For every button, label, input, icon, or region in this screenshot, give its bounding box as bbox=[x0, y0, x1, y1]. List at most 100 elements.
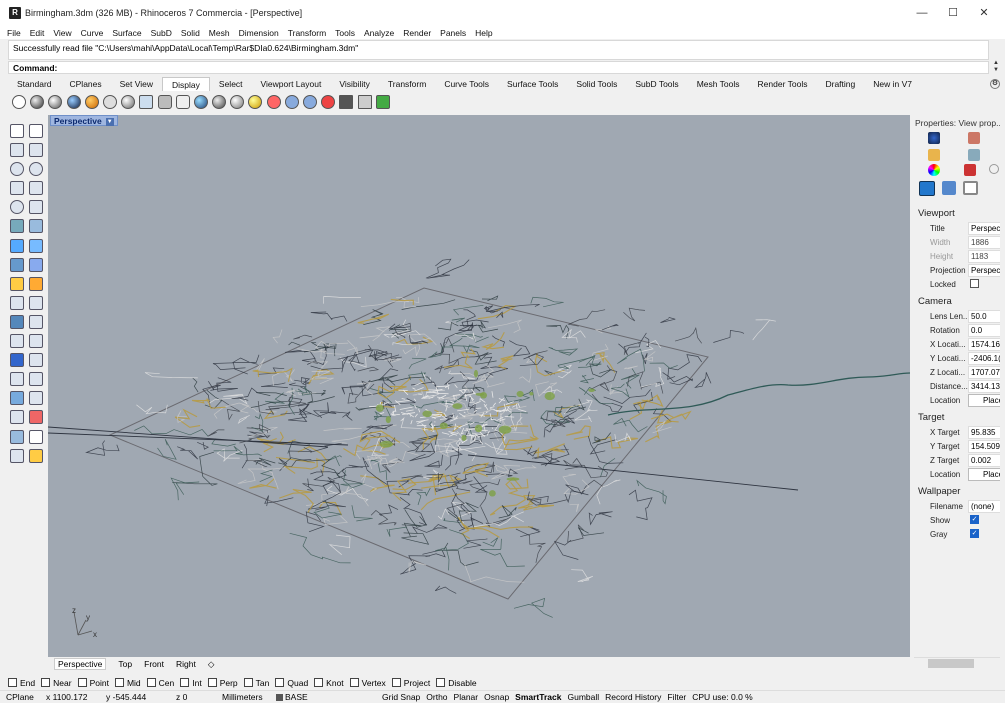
render-settings-icon[interactable] bbox=[964, 164, 976, 176]
osnap-tan-checkbox[interactable] bbox=[243, 678, 253, 687]
osnap-project-checkbox[interactable] bbox=[391, 678, 401, 687]
prop-lens-value[interactable]: 50.0 bbox=[968, 310, 1000, 323]
osnap-int-checkbox[interactable] bbox=[180, 678, 190, 687]
gumball-icon[interactable] bbox=[29, 410, 43, 425]
tab-standard[interactable]: Standard bbox=[8, 77, 61, 91]
cylinder-icon[interactable] bbox=[10, 257, 24, 272]
osnap-quad-checkbox[interactable] bbox=[275, 678, 285, 687]
prop-ztarget-value[interactable]: 0.002 bbox=[968, 454, 1000, 467]
split-icon[interactable] bbox=[29, 295, 43, 310]
menu-surface[interactable]: Surface bbox=[112, 28, 141, 38]
pen-icon[interactable] bbox=[139, 95, 154, 109]
artistic-icon[interactable] bbox=[121, 95, 136, 109]
layers-icon[interactable] bbox=[375, 95, 390, 109]
tab-transform[interactable]: Transform bbox=[379, 77, 435, 91]
status-cplane[interactable]: CPlane bbox=[6, 692, 40, 702]
mirror-icon[interactable] bbox=[29, 372, 43, 387]
fillet-icon[interactable] bbox=[29, 200, 43, 215]
paint-icon[interactable] bbox=[29, 448, 43, 463]
camera-icon[interactable] bbox=[919, 181, 935, 196]
osnap-vertex-checkbox[interactable] bbox=[349, 678, 359, 687]
menu-tools[interactable]: Tools bbox=[335, 28, 355, 38]
minimize-button[interactable]: — bbox=[908, 3, 936, 23]
tab-cplanes[interactable]: CPlanes bbox=[61, 77, 111, 91]
osnap-end-checkbox[interactable] bbox=[8, 678, 17, 687]
tab-subd-tools[interactable]: SubD Tools bbox=[626, 77, 687, 91]
zoom-icon[interactable] bbox=[284, 95, 299, 109]
status-filter[interactable]: Filter bbox=[667, 692, 686, 702]
tab-mesh-tools[interactable]: Mesh Tools bbox=[688, 77, 749, 91]
rotate-icon[interactable] bbox=[10, 334, 24, 349]
display-mode-icon[interactable] bbox=[193, 95, 208, 109]
menu-edit[interactable]: Edit bbox=[30, 28, 45, 38]
viewport-frame-icon[interactable] bbox=[963, 181, 978, 195]
boolean-icon[interactable] bbox=[29, 238, 43, 253]
osnap-end[interactable]: End bbox=[8, 678, 35, 688]
menu-render[interactable]: Render bbox=[403, 28, 431, 38]
polyline-icon[interactable] bbox=[10, 143, 24, 158]
vp-tab-perspective[interactable]: Perspective bbox=[54, 658, 107, 670]
monitor-icon[interactable] bbox=[339, 95, 354, 109]
ghosted-icon[interactable] bbox=[66, 95, 81, 109]
status-smarttrack[interactable]: SmartTrack bbox=[515, 692, 561, 702]
command-input[interactable]: Command: bbox=[8, 61, 989, 74]
tab-surface-tools[interactable]: Surface Tools bbox=[498, 77, 567, 91]
panel-options-icon[interactable] bbox=[989, 164, 999, 174]
rendered-icon[interactable] bbox=[48, 95, 63, 109]
status-record-history[interactable]: Record History bbox=[605, 692, 661, 702]
osnap-int[interactable]: Int bbox=[180, 678, 202, 688]
prop-yloc-value[interactable]: -2406.1( bbox=[968, 352, 1000, 365]
loft-icon[interactable] bbox=[29, 219, 43, 234]
circle-icon[interactable] bbox=[10, 162, 24, 177]
transform-icon[interactable] bbox=[10, 372, 24, 387]
menu-dimension[interactable]: Dimension bbox=[239, 28, 279, 38]
osnap-tan[interactable]: Tan bbox=[243, 678, 269, 688]
osnap-cen[interactable]: Cen bbox=[146, 678, 174, 688]
box-solid-icon[interactable] bbox=[10, 238, 24, 253]
material-icon[interactable] bbox=[10, 448, 24, 463]
vp-tab-top[interactable]: Top bbox=[118, 659, 132, 669]
menu-panels[interactable]: Panels bbox=[440, 28, 466, 38]
shaded-icon[interactable] bbox=[30, 95, 45, 109]
show-checkbox[interactable]: ✓ bbox=[970, 515, 979, 524]
perspective-viewport[interactable]: Perspective ▼ x y z bbox=[48, 115, 910, 657]
gray-checkbox[interactable]: ✓ bbox=[970, 529, 979, 538]
status-units[interactable]: Millimeters bbox=[222, 692, 270, 702]
osnap-vertex[interactable]: Vertex bbox=[349, 678, 386, 688]
technical-icon[interactable] bbox=[102, 95, 117, 109]
status-layer[interactable]: BASE bbox=[276, 692, 376, 702]
maximize-button[interactable]: ☐ bbox=[939, 3, 967, 23]
osnap-near[interactable]: Near bbox=[41, 678, 72, 688]
prop-filename-value[interactable]: (none) bbox=[968, 500, 1000, 513]
tab-new-in-v7[interactable]: New in V7 bbox=[864, 77, 921, 91]
distance-icon[interactable] bbox=[29, 391, 43, 406]
osnap-disable-checkbox[interactable] bbox=[436, 678, 446, 687]
menu-curve[interactable]: Curve bbox=[81, 28, 104, 38]
add-viewport-tab-icon[interactable]: ◇ bbox=[208, 659, 215, 670]
ellipse-icon[interactable] bbox=[29, 162, 43, 177]
osnap-quad[interactable]: Quad bbox=[275, 678, 308, 688]
prop-xloc-value[interactable]: 1574.16 bbox=[968, 338, 1000, 351]
trim-icon[interactable] bbox=[10, 295, 24, 310]
material-properties-icon[interactable] bbox=[968, 132, 980, 144]
properties-scrollbar[interactable] bbox=[914, 657, 1000, 668]
analyze-icon[interactable] bbox=[10, 391, 24, 406]
status-ortho[interactable]: Ortho bbox=[426, 692, 447, 702]
dimension-icon[interactable] bbox=[29, 353, 43, 368]
pan-icon[interactable] bbox=[303, 95, 317, 109]
tab-render-tools[interactable]: Render Tools bbox=[749, 77, 817, 91]
menu-help[interactable]: Help bbox=[475, 28, 492, 38]
prop-ytarget-value[interactable]: 154.509 bbox=[968, 440, 1000, 453]
group-icon[interactable] bbox=[10, 314, 24, 329]
camera-place-button[interactable]: Place bbox=[968, 394, 1000, 407]
tab-options-gear-icon[interactable]: ⚙ bbox=[990, 79, 1000, 89]
join-icon[interactable] bbox=[29, 276, 43, 291]
tab-visibility[interactable]: Visibility bbox=[330, 77, 379, 91]
locked-checkbox[interactable] bbox=[970, 279, 979, 288]
osnap-project[interactable]: Project bbox=[391, 678, 430, 688]
tab-select[interactable]: Select bbox=[210, 77, 252, 91]
osnap-knot-checkbox[interactable] bbox=[314, 678, 324, 687]
target-icon[interactable] bbox=[266, 95, 281, 109]
vp-tab-front[interactable]: Front bbox=[144, 659, 164, 669]
grid-icon[interactable] bbox=[10, 410, 24, 425]
